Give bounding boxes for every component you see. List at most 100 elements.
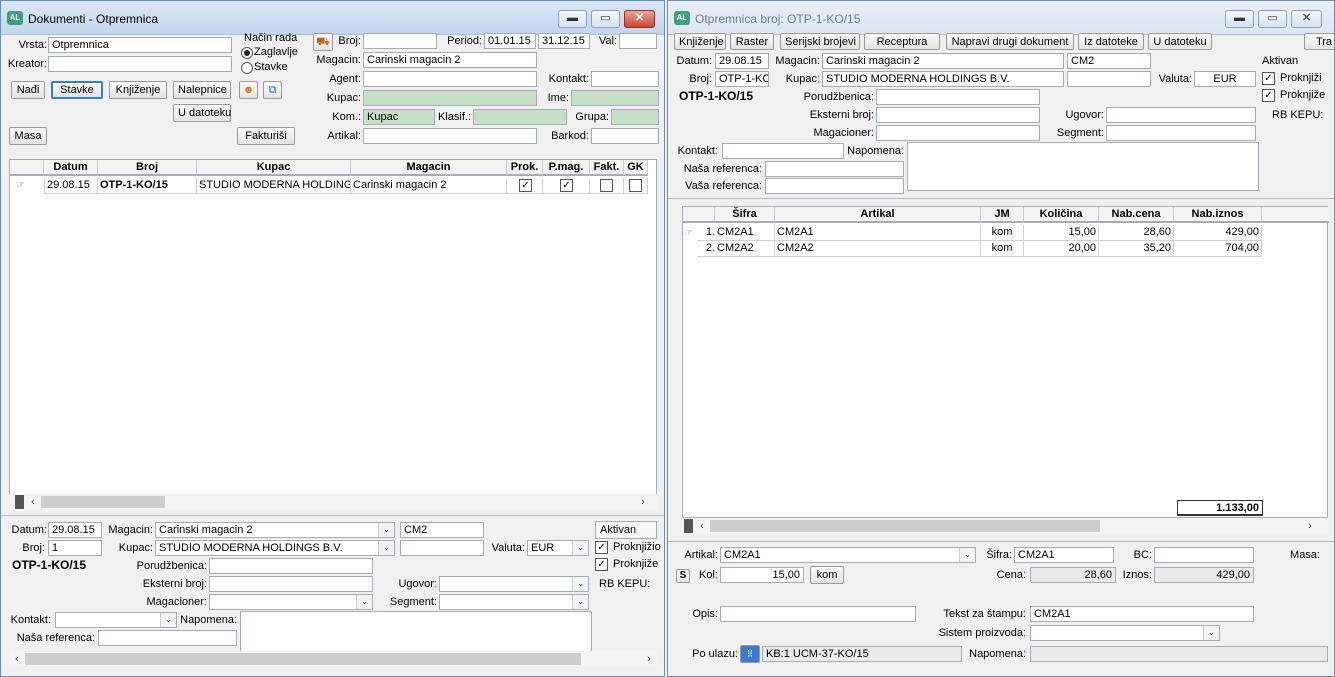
porudzbenica-input[interactable] [876, 89, 1040, 105]
proknjizen-checkbox[interactable]: ✓ [595, 558, 608, 571]
grid-header-kupac[interactable]: Kupac [197, 160, 351, 176]
vasa-ref-input[interactable] [765, 178, 904, 194]
bc-input[interactable] [1154, 547, 1254, 563]
grid-header-pmag[interactable]: P.mag. [543, 160, 590, 176]
magacin-filter-input[interactable]: Carinski magacin 2 [363, 52, 537, 68]
grid-header-gk[interactable]: GK [624, 160, 648, 176]
chevron-down-icon[interactable]: ⌄ [160, 613, 176, 627]
receptura-button[interactable]: Receptura [864, 33, 940, 50]
datum-input[interactable]: 29.08.15 [715, 53, 769, 69]
chevron-down-icon[interactable]: ⌄ [572, 595, 588, 609]
truck-button[interactable]: ⛟ [313, 33, 333, 51]
table-row[interactable]: ☞ 29.08.15 OTP-1-KO/15 STUDIO MODERNA HO… [10, 178, 650, 194]
magacin-code-input[interactable]: CM2 [1067, 53, 1151, 69]
nasa-ref-input[interactable] [98, 630, 237, 646]
items-header-iznos[interactable]: Nab.iznos [1174, 207, 1262, 223]
magacin-select[interactable]: Carinski magacin 2 ⌄ [155, 522, 395, 538]
fakturisi-button[interactable]: Fakturiši [237, 127, 295, 145]
detail-hscroll[interactable]: ‹ › [9, 651, 657, 667]
table-row[interactable]: ☞ 1. CM2A1 CM2A1 kom 15,00 28,60 429,00 [683, 225, 1329, 241]
period-to-input[interactable]: 31.12.15 [538, 33, 590, 49]
segment-select[interactable]: ⌄ [439, 594, 589, 610]
period-from-input[interactable]: 01.01.15 [484, 33, 536, 49]
proknjizio-checkbox[interactable]: ✓ [1262, 72, 1275, 85]
broj-filter-input[interactable] [363, 33, 437, 49]
kupac-input[interactable]: STUDIO MODERNA HOLDINGS B.V. [822, 71, 1064, 87]
chevron-down-icon[interactable]: ⌄ [1203, 626, 1219, 640]
opis-input[interactable] [720, 606, 916, 622]
eksterni-input[interactable] [209, 576, 373, 592]
kupac-extra-input[interactable] [400, 540, 484, 556]
knjizenje-toolbar-button[interactable]: Knjiženje [674, 33, 726, 50]
row-fakt-checkbox[interactable] [600, 179, 613, 192]
kol-unit-button[interactable]: kom [810, 566, 844, 584]
items-grid[interactable]: Šifra Artikal JM Količina Nab.cena Nab.i… [682, 206, 1329, 518]
napomena-textarea[interactable] [907, 142, 1259, 191]
mode-stavke-radio[interactable] [241, 62, 253, 74]
grid-header-broj[interactable]: Broj [98, 160, 197, 176]
row-pmag-checkbox[interactable]: ✓ [560, 179, 573, 192]
masa-button[interactable]: Masa [9, 127, 47, 145]
po-ulazu-button[interactable]: ⠿ [740, 645, 760, 663]
ime-input[interactable] [571, 90, 659, 106]
sistem-select[interactable]: ⌄ [1030, 625, 1220, 641]
ugovor-input[interactable] [1106, 107, 1256, 123]
scroll-right-icon[interactable]: › [1302, 518, 1318, 534]
agent-input[interactable] [363, 71, 537, 87]
u-datoteku-button[interactable]: U datoteku [1148, 33, 1212, 50]
magacioner-input[interactable] [876, 125, 1040, 141]
items-header-jm[interactable]: JM [981, 207, 1024, 223]
row-gk-checkbox[interactable] [629, 179, 642, 192]
segment-input[interactable] [1106, 125, 1256, 141]
scroll-left-icon[interactable]: ‹ [25, 494, 41, 510]
val-input[interactable] [619, 33, 657, 49]
klasif-input[interactable] [473, 109, 567, 125]
grupa-input[interactable] [611, 109, 659, 125]
scroll-thumb[interactable] [25, 653, 581, 665]
iz-datoteke-button[interactable]: Iz datoteke [1078, 33, 1144, 50]
items-grid-hscroll[interactable]: ‹ › [682, 518, 1328, 534]
kol-input[interactable]: 15,00 [720, 567, 804, 583]
maximize-button[interactable]: ▭ [591, 10, 620, 28]
raster-button[interactable]: Raster [730, 33, 774, 50]
kreator-input[interactable] [48, 56, 232, 72]
chevron-down-icon[interactable]: ⌄ [572, 541, 588, 555]
close-button[interactable]: ✕ [1291, 10, 1322, 28]
nasa-ref-input[interactable] [765, 161, 904, 177]
kontakt-input[interactable] [722, 143, 844, 159]
eksterni-input[interactable] [876, 107, 1040, 123]
items-header-sifra[interactable]: Šifra [715, 207, 775, 223]
kontakt-select[interactable]: ⌄ [55, 612, 177, 628]
user-filter-button[interactable]: ☻ [239, 81, 258, 99]
valuta-input[interactable]: EUR [1194, 71, 1256, 87]
proknjizen-checkbox[interactable]: ✓ [1262, 89, 1275, 102]
magacin-input[interactable]: Carinski magacin 2 [822, 53, 1064, 69]
artikal-select[interactable]: CM2A1 ⌄ [720, 547, 976, 563]
scroll-thumb[interactable] [41, 496, 165, 508]
chevron-down-icon[interactable]: ⌄ [378, 523, 394, 537]
aktivan-tab[interactable]: Aktivan [595, 521, 657, 539]
napomena-textarea[interactable] [240, 611, 592, 653]
datum-input[interactable]: 29.08.15 [48, 522, 102, 538]
artikal-filter-input[interactable] [363, 128, 537, 144]
napravi-drugi-dokument-button[interactable]: Napravi drugi dokument [946, 33, 1074, 50]
mode-zaglavlje-radio[interactable] [241, 47, 253, 59]
scroll-right-icon[interactable]: › [635, 494, 651, 510]
scroll-left-icon[interactable]: ‹ [9, 651, 25, 667]
documents-grid-hscroll[interactable]: ‹ › [9, 494, 657, 510]
sifra-input[interactable]: CM2A1 [1014, 547, 1114, 563]
minimize-button[interactable]: ▬ [1225, 10, 1254, 28]
grid-header-datum[interactable]: Datum [44, 160, 98, 176]
ugovor-select[interactable]: ⌄ [439, 576, 589, 592]
broj-input[interactable]: 1 [48, 540, 102, 556]
documents-grid[interactable]: Datum Broj Kupac Magacin Prok. P.mag. Fa… [9, 159, 657, 495]
minimize-button[interactable]: ▬ [558, 10, 587, 28]
serijski-brojevi-button[interactable]: Serijski brojevi [780, 33, 860, 50]
kupac-filter-input[interactable] [363, 90, 537, 106]
chevron-down-icon[interactable]: ⌄ [572, 577, 588, 591]
kom-input[interactable]: Kupac [363, 109, 435, 125]
network-button[interactable]: ⧉ [263, 81, 282, 99]
maximize-button[interactable]: ▭ [1258, 10, 1287, 28]
row-prok-checkbox[interactable]: ✓ [519, 179, 532, 192]
delivery-note-titlebar[interactable]: AL Otpremnica broj: OTP-1-KO/15 ▬ ▭ ✕ [668, 1, 1334, 35]
